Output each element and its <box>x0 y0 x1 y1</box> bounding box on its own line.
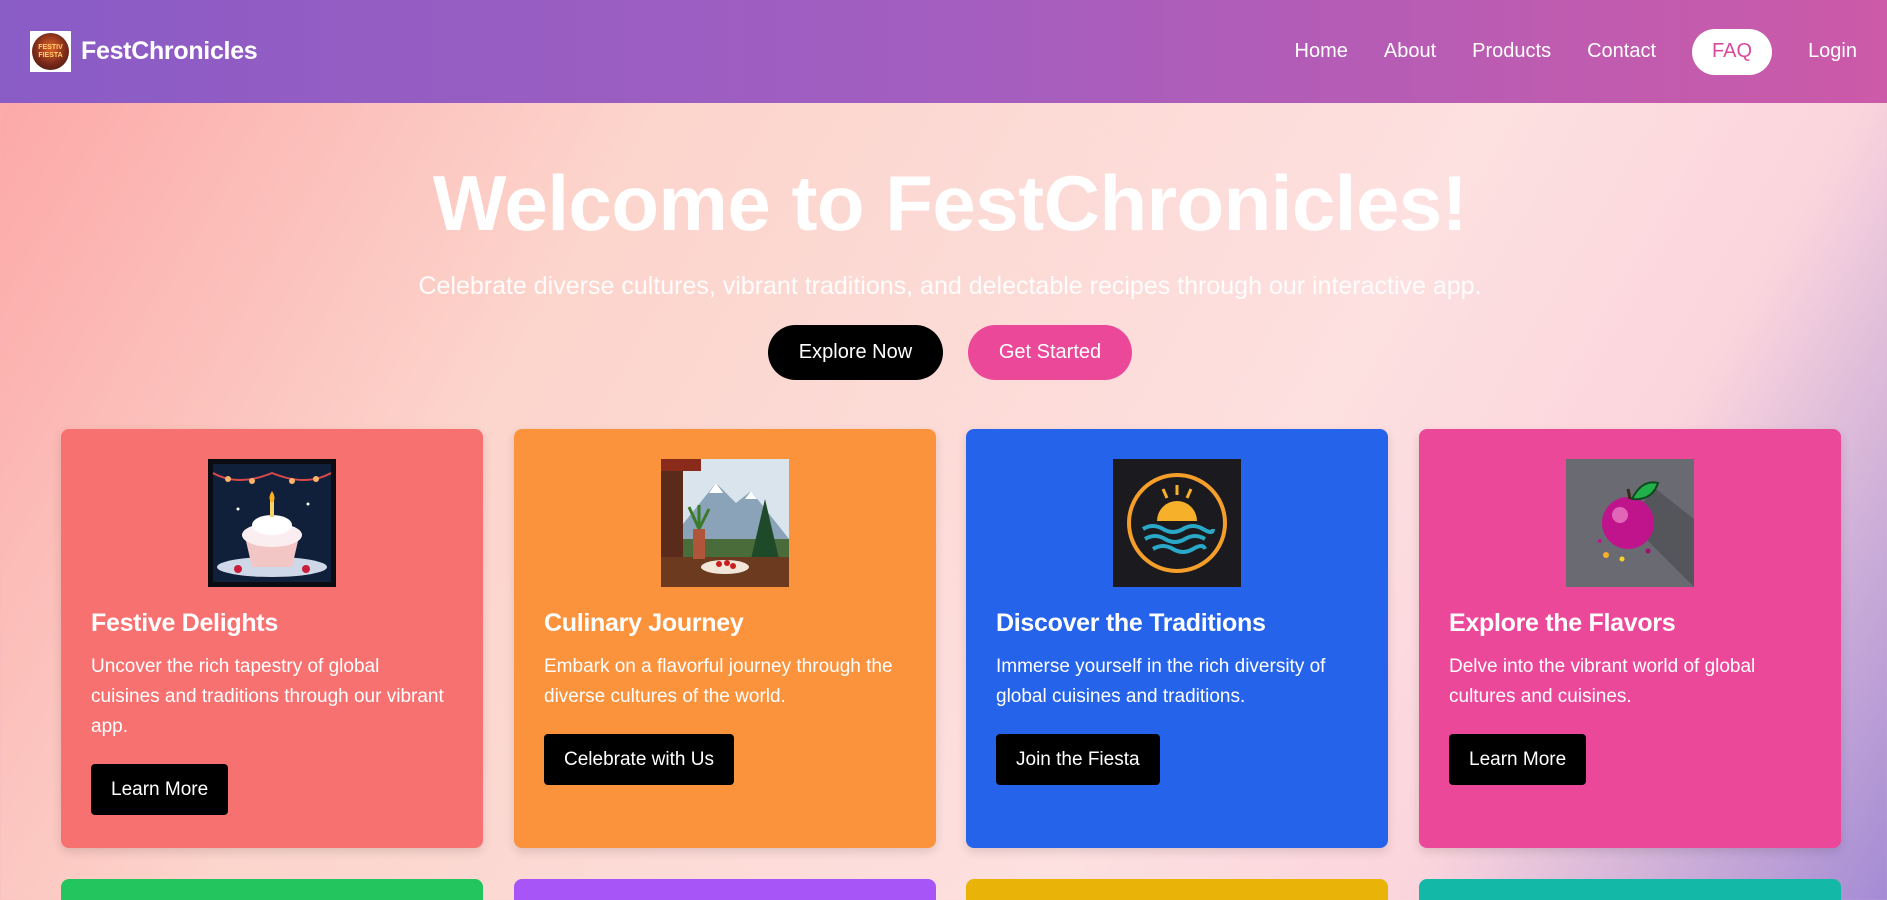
card-title: Culinary Journey <box>544 609 744 637</box>
mountain-meal-image <box>661 459 789 587</box>
hero-title: Welcome to FestChronicles! <box>432 159 1468 247</box>
logo-badge: FESTIV FIESTA <box>32 33 69 70</box>
card-discover-traditions: Discover the Traditions Immerse yourself… <box>966 429 1388 848</box>
card-explore-flavors: Explore the Flavors Delve into the vibra… <box>1419 429 1841 848</box>
hero-subtitle: Celebrate diverse cultures, vibrant trad… <box>418 272 1482 300</box>
join-the-fiesta-button[interactable]: Join the Fiesta <box>996 734 1160 785</box>
card-stub-purple <box>514 879 936 900</box>
card-description: Delve into the vibrant world of global c… <box>1449 656 1756 707</box>
brand-logo: FESTIV FIESTA <box>30 31 71 72</box>
card-description: Uncover the rich tapestry of global cuis… <box>91 656 444 737</box>
nav-link-about[interactable]: About <box>1384 40 1436 63</box>
nav-link-products[interactable]: Products <box>1472 40 1551 63</box>
learn-more-button[interactable]: Learn More <box>1449 734 1587 785</box>
nav-link-contact[interactable]: Contact <box>1587 40 1656 63</box>
explore-now-button[interactable]: Explore Now <box>768 325 943 380</box>
card-festive-delights: Festive Delights Uncover the rich tapest… <box>61 429 483 848</box>
cupcake-image <box>208 459 336 587</box>
plum-image <box>1566 459 1694 587</box>
nav-link-faq[interactable]: FAQ <box>1692 28 1773 75</box>
card-title: Discover the Traditions <box>996 609 1266 637</box>
card-description: Immerse yourself in the rich diversity o… <box>996 656 1326 707</box>
learn-more-button[interactable]: Learn More <box>91 764 229 815</box>
hero-buttons: Explore Now Get Started <box>0 325 1887 380</box>
nav-link-login[interactable]: Login <box>1808 40 1857 63</box>
card-title: Explore the Flavors <box>1449 609 1676 637</box>
card-title: Festive Delights <box>91 609 278 637</box>
card-stub-teal <box>1419 879 1841 900</box>
card-description: Embark on a flavorful journey through th… <box>544 656 893 707</box>
sunset-emblem-image <box>1113 459 1241 587</box>
card-culinary-journey: Culinary Journey Embark on a flavorful j… <box>514 429 936 848</box>
navbar: FESTIV FIESTA FestChronicles Home About … <box>0 0 1887 103</box>
brand[interactable]: FESTIV FIESTA FestChronicles <box>30 31 258 72</box>
nav-link-home[interactable]: Home <box>1295 40 1348 63</box>
nav-links: Home About Products Contact FAQ Login <box>1259 28 1857 75</box>
card-stub-yellow <box>966 879 1388 900</box>
brand-name[interactable]: FestChronicles <box>81 37 258 66</box>
get-started-button[interactable]: Get Started <box>968 325 1132 380</box>
celebrate-with-us-button[interactable]: Celebrate with Us <box>544 734 734 785</box>
card-stub-green <box>61 879 483 900</box>
